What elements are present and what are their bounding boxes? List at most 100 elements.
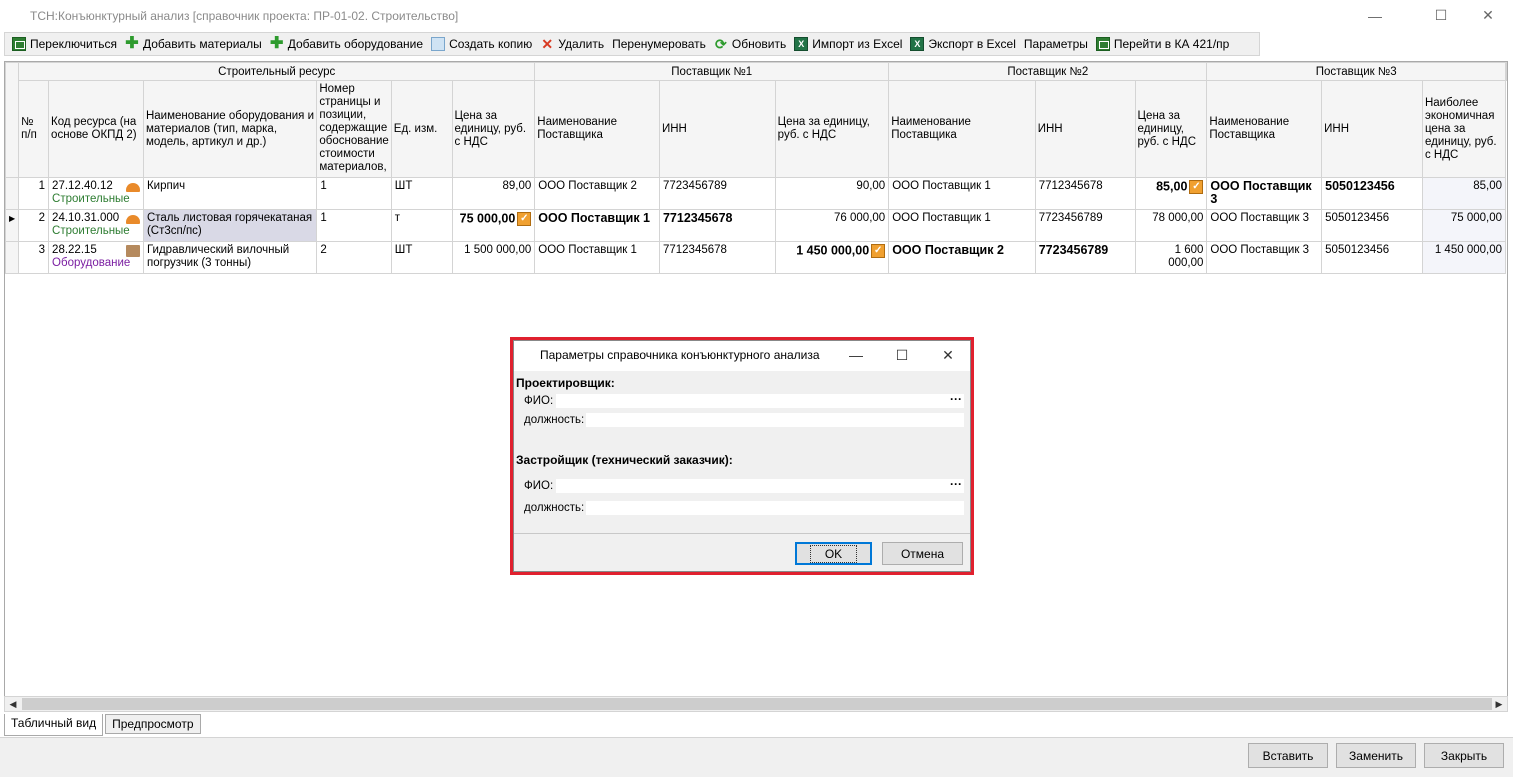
column-header-unit[interactable]: Ед. изм. xyxy=(390,80,453,178)
column-header-page[interactable]: Номер страницы и позиции, содержащие обо… xyxy=(316,80,392,178)
cell-s2-name[interactable]: ООО Поставщик 2 xyxy=(888,241,1036,274)
minimize-icon[interactable]: — xyxy=(1352,0,1398,31)
cell-s1-inn[interactable]: 7712345678 xyxy=(658,241,776,274)
refresh-button[interactable]: ⟳ Обновить xyxy=(711,33,791,55)
dialog-close-icon[interactable]: ✕ xyxy=(928,341,968,369)
column-header-name[interactable]: Наименование оборудования и материалов (… xyxy=(142,80,318,178)
dialog-maximize-icon[interactable]: ☐ xyxy=(882,341,922,369)
row-indicator[interactable] xyxy=(5,177,20,210)
parameters-button[interactable]: Параметры xyxy=(1021,33,1093,55)
column-header-num[interactable]: № п/п xyxy=(18,80,50,178)
cell-num[interactable]: 1 xyxy=(18,177,50,210)
developer-fio-ellipsis-button[interactable]: ··· xyxy=(950,477,962,491)
cell-name[interactable]: Кирпич xyxy=(142,177,318,210)
cell-page[interactable]: 1 xyxy=(316,209,392,242)
column-header-s3-name[interactable]: Наименование Поставщика xyxy=(1206,80,1323,178)
replace-button[interactable]: Заменить xyxy=(1336,743,1416,768)
ok-button[interactable]: OK xyxy=(795,542,872,565)
table-row[interactable]: ▶ 2 24.10.31.000 Строительные Сталь лист… xyxy=(5,209,1507,242)
cell-num[interactable]: 2 xyxy=(18,209,50,242)
export-excel-button[interactable]: X Экспорт в Excel xyxy=(907,33,1020,55)
close-button[interactable]: Закрыть xyxy=(1424,743,1504,768)
column-header-s2-price[interactable]: Цена за единицу, руб. с НДС xyxy=(774,80,890,178)
maximize-icon[interactable]: ☐ xyxy=(1418,0,1464,31)
column-header-s2-name[interactable]: Наименование Поставщика xyxy=(888,80,1036,178)
cell-unit[interactable]: ШТ xyxy=(390,177,453,210)
cell-s1-price[interactable]: 75 000,00 ✓ xyxy=(451,209,536,242)
cell-s3-inn[interactable]: 5050123456 xyxy=(1321,241,1423,274)
developer-position-field[interactable] xyxy=(586,501,964,515)
scrollbar-thumb[interactable] xyxy=(22,698,1492,710)
cell-s1-price[interactable]: 1 500 000,00 xyxy=(451,241,536,274)
cell-s3-price[interactable]: 1 600 000,00 xyxy=(1134,241,1208,274)
cell-s2-name[interactable]: ООО Поставщик 1 xyxy=(888,209,1036,242)
insert-button[interactable]: Вставить xyxy=(1248,743,1328,768)
cell-s3-price[interactable]: 78 000,00 xyxy=(1134,209,1208,242)
cell-s1-name[interactable]: ООО Поставщик 2 xyxy=(534,177,660,210)
import-excel-button[interactable]: X Импорт из Excel xyxy=(791,33,907,55)
tab-preview[interactable]: Предпросмотр xyxy=(105,714,201,734)
column-header-s1-inn[interactable]: ИНН xyxy=(658,80,776,178)
table-row[interactable]: 3 28.22.15 Оборудование Гидравлический в… xyxy=(5,241,1507,274)
column-header-s3-inn[interactable]: ИНН xyxy=(1321,80,1423,178)
delete-button[interactable]: ✕ Удалить xyxy=(537,33,609,55)
cell-econ[interactable]: 85,00 xyxy=(1421,177,1507,210)
dialog-minimize-icon[interactable]: — xyxy=(836,341,876,369)
cell-s1-name[interactable]: ООО Поставщик 1 xyxy=(534,241,660,274)
cell-s1-inn[interactable]: 7723456789 xyxy=(658,177,776,210)
cell-num[interactable]: 3 xyxy=(18,241,50,274)
cell-s2-name[interactable]: ООО Поставщик 1 xyxy=(888,177,1036,210)
row-indicator[interactable]: ▶ xyxy=(5,209,20,242)
horizontal-scrollbar[interactable]: ◀ ▶ xyxy=(4,696,1508,712)
scroll-right-icon[interactable]: ▶ xyxy=(1491,697,1507,711)
cell-s3-name[interactable]: ООО Поставщик 3 xyxy=(1206,177,1323,210)
developer-fio-field[interactable] xyxy=(556,479,964,493)
go-to-ka-button[interactable]: Перейти в КА 421/пр xyxy=(1093,33,1234,55)
column-header-s1-price[interactable]: Цена за единицу, руб. с НДС xyxy=(451,80,536,178)
designer-fio-field[interactable] xyxy=(556,394,964,408)
cell-s3-price[interactable]: 85,00 ✓ xyxy=(1134,177,1208,210)
row-indicator[interactable] xyxy=(5,241,20,274)
cancel-button[interactable]: Отмена xyxy=(882,542,963,565)
designer-fio-ellipsis-button[interactable]: ··· xyxy=(950,392,962,406)
cell-unit[interactable]: ШТ xyxy=(390,241,453,274)
cell-s2-inn[interactable]: 7712345678 xyxy=(1034,177,1136,210)
column-header-econ[interactable]: Наиболее экономичная цена за единицу, ру… xyxy=(1421,80,1507,178)
cell-s3-inn[interactable]: 5050123456 xyxy=(1321,209,1423,242)
cell-s2-inn[interactable]: 7723456789 xyxy=(1034,241,1136,274)
cell-page[interactable]: 2 xyxy=(316,241,392,274)
renumber-button[interactable]: Перенумеровать xyxy=(609,33,711,55)
column-header-code[interactable]: Код ресурса (на основе ОКПД 2) xyxy=(48,80,144,178)
column-header-s3-price[interactable]: Цена за единицу, руб. с НДС xyxy=(1134,80,1208,178)
scroll-left-icon[interactable]: ◀ xyxy=(5,697,21,711)
column-header-s2-inn[interactable]: ИНН xyxy=(1034,80,1136,178)
cell-s2-price[interactable]: 1 450 000,00 ✓ xyxy=(774,241,890,274)
cell-s1-inn[interactable]: 7712345678 xyxy=(658,209,776,242)
designer-position-field[interactable] xyxy=(586,413,964,427)
cell-unit[interactable]: т xyxy=(390,209,453,242)
close-icon[interactable]: ✕ xyxy=(1465,0,1511,31)
cell-s3-name[interactable]: ООО Поставщик 3 xyxy=(1206,209,1323,242)
add-materials-button[interactable]: ✚ Добавить материалы xyxy=(122,33,267,55)
cell-s2-price[interactable]: 90,00 xyxy=(774,177,890,210)
tab-table-view[interactable]: Табличный вид xyxy=(4,714,104,736)
cell-s2-price[interactable]: 76 000,00 xyxy=(774,209,890,242)
cell-s3-name[interactable]: ООО Поставщик 3 xyxy=(1206,241,1323,274)
cell-name[interactable]: Сталь листовая горячекатаная (Ст3сп/пс) xyxy=(142,209,318,242)
cell-s2-inn[interactable]: 7723456789 xyxy=(1034,209,1136,242)
cell-s3-inn[interactable]: 5050123456 xyxy=(1321,177,1423,210)
cell-code[interactable]: 24.10.31.000 Строительные xyxy=(48,209,144,242)
create-copy-button[interactable]: Создать копию xyxy=(428,33,537,55)
add-equipment-button[interactable]: ✚ Добавить оборудование xyxy=(267,33,428,55)
cell-page[interactable]: 1 xyxy=(316,177,392,210)
cell-s1-price[interactable]: 89,00 xyxy=(451,177,536,210)
switch-button[interactable]: Переключиться xyxy=(9,33,122,55)
cell-econ[interactable]: 75 000,00 xyxy=(1421,209,1507,242)
cell-name[interactable]: Гидравлический вилочный погрузчик (3 тон… xyxy=(142,241,318,274)
table-row[interactable]: 1 27.12.40.12 Строительные Кирпич 1 ШТ 8… xyxy=(5,177,1507,210)
cell-code[interactable]: 27.12.40.12 Строительные xyxy=(48,177,144,210)
cell-econ[interactable]: 1 450 000,00 xyxy=(1421,241,1507,274)
column-header-s1-name[interactable]: Наименование Поставщика xyxy=(534,80,660,178)
cell-code[interactable]: 28.22.15 Оборудование xyxy=(48,241,144,274)
cell-s1-name[interactable]: ООО Поставщик 1 xyxy=(534,209,660,242)
